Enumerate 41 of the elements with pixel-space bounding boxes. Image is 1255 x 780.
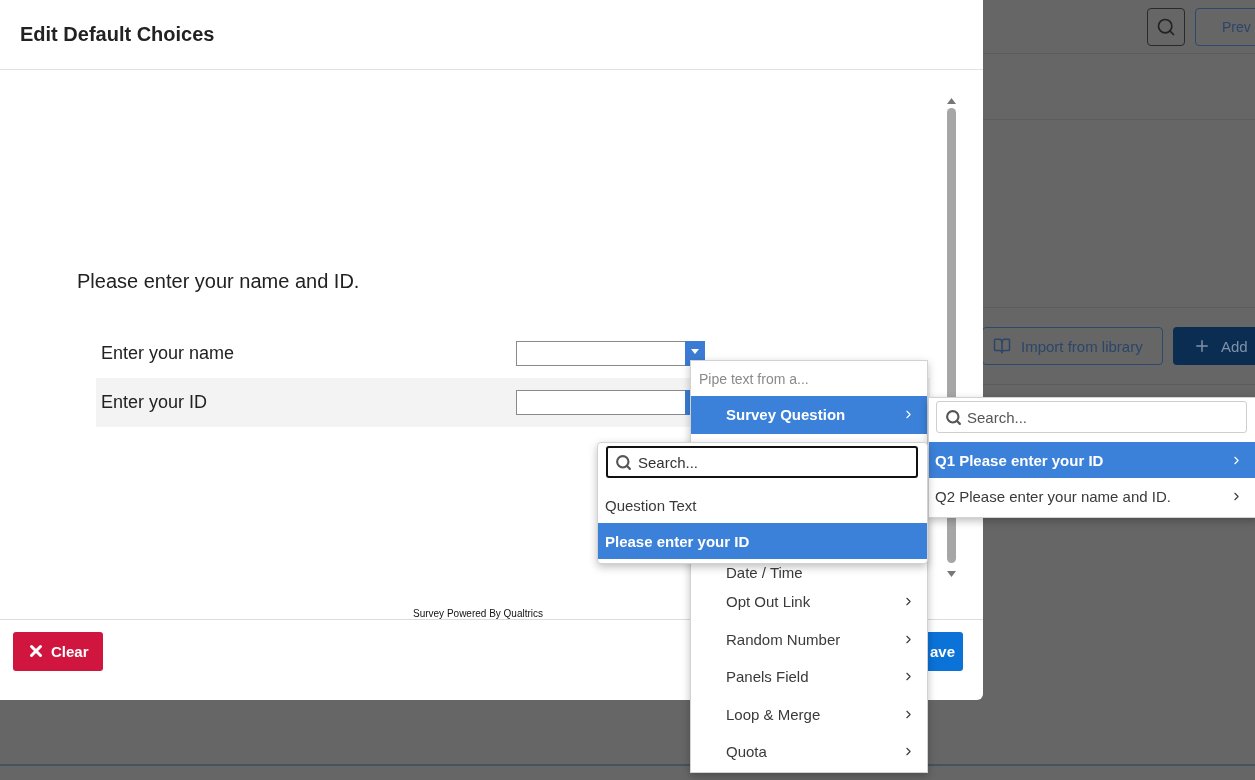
search-icon — [1156, 16, 1176, 37]
menu-item[interactable]: Q1 Please enter your ID — [929, 442, 1255, 478]
menu-item-label: Please enter your ID — [605, 532, 750, 550]
menu-item[interactable]: Question Text — [598, 487, 927, 523]
menu-header: Pipe text from a... — [698, 369, 810, 389]
menu-item[interactable]: Random Number — [691, 620, 927, 658]
question-text: Please enter your name and ID. — [77, 270, 361, 293]
clear-button[interactable]: Clear — [13, 631, 103, 671]
search-icon — [615, 454, 632, 471]
menu-item[interactable]: Quota — [691, 733, 927, 771]
search-field[interactable]: Search... — [606, 446, 918, 478]
search-icon — [945, 409, 962, 426]
menu-item[interactable]: Loop & Merge — [691, 695, 927, 733]
menu-item-label: Q2 Please enter your name and ID. — [935, 487, 1171, 505]
plus-icon — [1193, 337, 1211, 355]
menu-item-label: Opt Out Link — [726, 593, 811, 611]
menu-item[interactable]: Please enter your ID — [598, 523, 927, 559]
scroll-down-icon[interactable] — [946, 571, 956, 577]
caret-icon — [691, 349, 699, 354]
menu-item-label: Quota — [726, 743, 767, 761]
menu-item-label: Q1 Please enter your ID — [935, 451, 1104, 469]
book-icon — [993, 337, 1011, 355]
menu-item-label: Date / Time — [726, 564, 803, 581]
close-icon — [27, 642, 45, 660]
row-label: Enter your name — [100, 343, 236, 364]
scroll-up-icon[interactable] — [946, 98, 956, 104]
search-button[interactable] — [1147, 7, 1185, 46]
menu-item[interactable]: Survey Question — [691, 396, 927, 434]
menu-item-label: Loop & Merge — [726, 705, 821, 723]
add-button[interactable]: Add — [1173, 327, 1255, 365]
menu-item-label: Question Text — [605, 496, 697, 514]
row-label: Enter your ID — [100, 392, 209, 413]
menu-item-label: Random Number — [726, 630, 841, 648]
menu-item-label: Survey Question — [726, 406, 846, 424]
text-field[interactable] — [516, 341, 685, 366]
dialog-title: Edit Default Choices — [20, 23, 215, 46]
menu-item[interactable]: Opt Out Link — [691, 583, 927, 621]
text-field[interactable] — [516, 390, 685, 415]
menu-item-label: Panels Field — [726, 668, 809, 686]
menu-item[interactable]: Panels Field — [691, 658, 927, 696]
powered-by-text: Survey Powered By Qualtrics — [413, 608, 544, 619]
